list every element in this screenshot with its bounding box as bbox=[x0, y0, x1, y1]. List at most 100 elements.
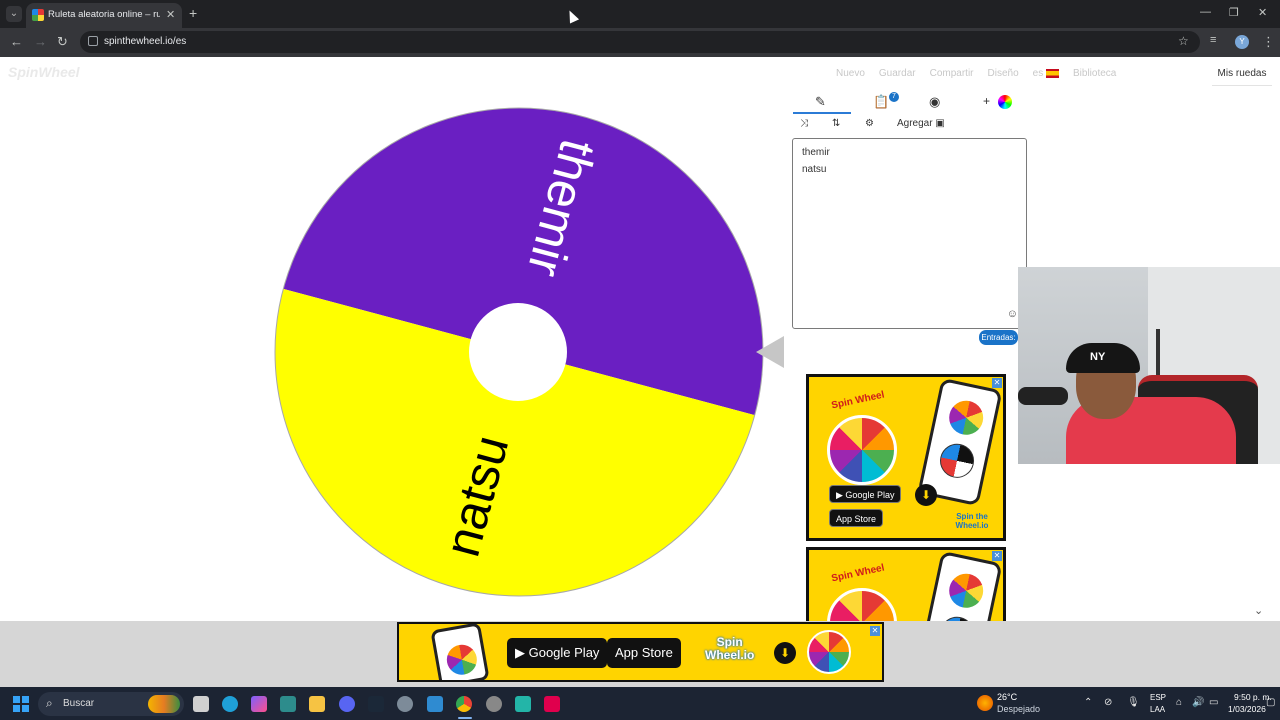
edit-pencil-icon[interactable]: ✎ bbox=[815, 94, 826, 110]
tab-search-icon[interactable]: ⌄ bbox=[6, 6, 22, 22]
new-tab-icon[interactable]: + bbox=[189, 5, 197, 21]
store-icon[interactable] bbox=[427, 696, 443, 712]
banner-wheel-image bbox=[807, 630, 851, 674]
emoji-icon[interactable]: ☺ bbox=[1007, 308, 1018, 320]
obs-icon[interactable] bbox=[486, 696, 502, 712]
notifications-icon[interactable]: ▢ bbox=[1266, 697, 1275, 708]
ad-phone-wheel bbox=[936, 440, 978, 481]
side-ad-1[interactable]: ✕ Spin Wheel ▶ Google Play App Store ⬇ S… bbox=[806, 374, 1006, 541]
entries-count-badge: Entradas: bbox=[979, 330, 1018, 345]
editor-tabs: ✎ 📋 7 ◉ + bbox=[793, 90, 1027, 114]
keyboard-layout[interactable]: LAA bbox=[1150, 705, 1165, 714]
banner-google-play-button[interactable]: ▶ Google Play bbox=[507, 638, 608, 668]
forward-icon[interactable]: → bbox=[34, 34, 47, 49]
taskbar-search-label: Buscar bbox=[63, 698, 95, 709]
weather-temperature[interactable]: 26°C bbox=[997, 692, 1017, 702]
settings-gear-icon[interactable]: ⚙ bbox=[865, 118, 874, 129]
discord-icon[interactable] bbox=[339, 696, 355, 712]
banner-close-icon[interactable]: ✕ bbox=[870, 626, 880, 636]
results-count-badge: 7 bbox=[889, 92, 899, 102]
menu-library[interactable]: Biblioteca bbox=[1073, 68, 1116, 79]
steam-icon[interactable] bbox=[368, 696, 384, 712]
browser-tab-bar: ⌄ Ruleta aleatoria online – ruleta ✕ + —… bbox=[0, 0, 1280, 28]
spain-flag-icon bbox=[1045, 68, 1059, 78]
weather-description[interactable]: Despejado bbox=[997, 704, 1040, 714]
task-view-icon[interactable] bbox=[193, 696, 209, 712]
entry-line: themir bbox=[802, 147, 830, 158]
clock-date[interactable]: 1/03/2026 bbox=[1228, 704, 1266, 714]
image-icon: ▣ bbox=[935, 118, 945, 129]
cam-person-cap: NY bbox=[1066, 343, 1140, 373]
media-control-icon[interactable]: ≡ bbox=[1210, 34, 1216, 46]
tray-volume-icon[interactable]: 🔊 bbox=[1192, 697, 1204, 708]
tray-network-icon[interactable]: ⊘ bbox=[1104, 697, 1112, 708]
ad-close-icon[interactable]: ✕ bbox=[992, 551, 1002, 561]
ad-phone-wheel bbox=[946, 397, 987, 438]
tray-mic-icon[interactable]: 🎙 bbox=[1127, 697, 1140, 708]
add-plus-icon[interactable]: + bbox=[983, 94, 990, 108]
edge-icon[interactable] bbox=[222, 696, 238, 712]
reload-icon[interactable]: ↻ bbox=[57, 34, 68, 50]
my-wheels-button[interactable]: Mis ruedas bbox=[1212, 62, 1272, 86]
download-icon: ⬇ bbox=[915, 484, 937, 506]
profile-avatar[interactable]: Y bbox=[1235, 35, 1249, 49]
copilot-icon[interactable] bbox=[251, 696, 267, 712]
tray-chevron-icon[interactable]: ⌃ bbox=[1084, 697, 1092, 708]
banner-ad[interactable]: ▶ Google Play App Store Spin Wheel.io ⬇ ✕ bbox=[397, 622, 884, 682]
menu-share[interactable]: Compartir bbox=[930, 68, 974, 79]
ad-phone-wheel bbox=[946, 570, 987, 611]
site-info-icon[interactable] bbox=[88, 36, 98, 46]
search-highlight-icon bbox=[148, 695, 180, 713]
address-bar[interactable]: spinthewheel.io/es ☆ bbox=[80, 31, 1200, 53]
language-indicator[interactable]: ESP bbox=[1150, 693, 1166, 702]
color-palette-icon[interactable] bbox=[998, 95, 1012, 109]
google-play-button[interactable]: ▶ Google Play bbox=[829, 485, 902, 503]
add-image-button[interactable]: Agregar ▣ bbox=[897, 118, 945, 129]
entries-textarea[interactable]: themir natsu ☺ bbox=[792, 138, 1027, 329]
results-clipboard-icon[interactable]: 📋 bbox=[873, 94, 889, 110]
tray-battery-icon[interactable]: ▭ bbox=[1209, 697, 1218, 708]
tab-title: Ruleta aleatoria online – ruleta bbox=[48, 9, 160, 20]
browser-tab[interactable]: Ruleta aleatoria online – ruleta ✕ bbox=[26, 3, 182, 28]
menu-save[interactable]: Guardar bbox=[879, 68, 916, 79]
close-window-icon[interactable]: ✕ bbox=[1258, 6, 1267, 19]
site-logo[interactable]: SpinWheel bbox=[8, 64, 80, 80]
file-explorer-icon[interactable] bbox=[309, 696, 325, 712]
weather-icon[interactable] bbox=[977, 695, 993, 711]
taskbar-search[interactable]: ⌕ Buscar bbox=[38, 692, 184, 716]
banner-phone-image bbox=[430, 624, 490, 680]
back-icon[interactable]: ← bbox=[10, 34, 23, 49]
windows-start-icon[interactable] bbox=[13, 696, 29, 712]
menu-dots-icon[interactable]: ⋮ bbox=[1262, 34, 1275, 50]
settings-icon[interactable] bbox=[397, 696, 413, 712]
menu-language[interactable]: es bbox=[1033, 68, 1059, 79]
tray-wifi-icon[interactable]: ⌂ bbox=[1176, 697, 1182, 708]
cap-logo-icon: NY bbox=[1090, 351, 1106, 363]
banner-brand: Spin Wheel.io bbox=[705, 635, 755, 662]
bookmark-star-icon[interactable]: ☆ bbox=[1178, 34, 1189, 48]
tiktok-icon[interactable] bbox=[544, 696, 560, 712]
app-store-button[interactable]: App Store bbox=[829, 509, 884, 527]
shuffle-icon[interactable]: ⤨ bbox=[800, 118, 808, 129]
banner-app-store-button[interactable]: App Store bbox=[607, 638, 681, 668]
entry-line: natsu bbox=[802, 163, 827, 175]
menu-design[interactable]: Diseño bbox=[988, 68, 1019, 79]
chrome-icon[interactable] bbox=[456, 696, 472, 712]
ad-close-icon[interactable]: ✕ bbox=[992, 378, 1002, 388]
app-icon[interactable] bbox=[515, 696, 531, 712]
close-tab-icon[interactable]: ✕ bbox=[166, 8, 175, 21]
menu-new[interactable]: Nuevo bbox=[836, 68, 865, 79]
maximize-icon[interactable]: ❐ bbox=[1229, 6, 1239, 19]
spin-wheel[interactable]: themirnatsu bbox=[274, 107, 764, 597]
minimize-icon[interactable]: — bbox=[1200, 6, 1211, 18]
scroll-down-icon[interactable]: ⌄ bbox=[1254, 604, 1263, 617]
url-text[interactable]: spinthewheel.io/es bbox=[104, 36, 186, 47]
active-app-indicator bbox=[458, 717, 472, 719]
hide-eye-icon[interactable]: ◉ bbox=[929, 94, 940, 110]
capcut-icon[interactable] bbox=[280, 696, 296, 712]
windows-taskbar: ⌕ Buscar 26°C Despejado ⌃ ⊘ 🎙 ESP LAA ⌂ … bbox=[0, 687, 1280, 720]
sort-icon[interactable]: ⇅ bbox=[832, 118, 840, 129]
wheel-pointer-icon bbox=[756, 336, 784, 368]
browser-nav-bar: ← → ↻ spinthewheel.io/es ☆ ≡ Y ⋮ bbox=[0, 28, 1280, 57]
wheel-center[interactable] bbox=[469, 303, 567, 401]
